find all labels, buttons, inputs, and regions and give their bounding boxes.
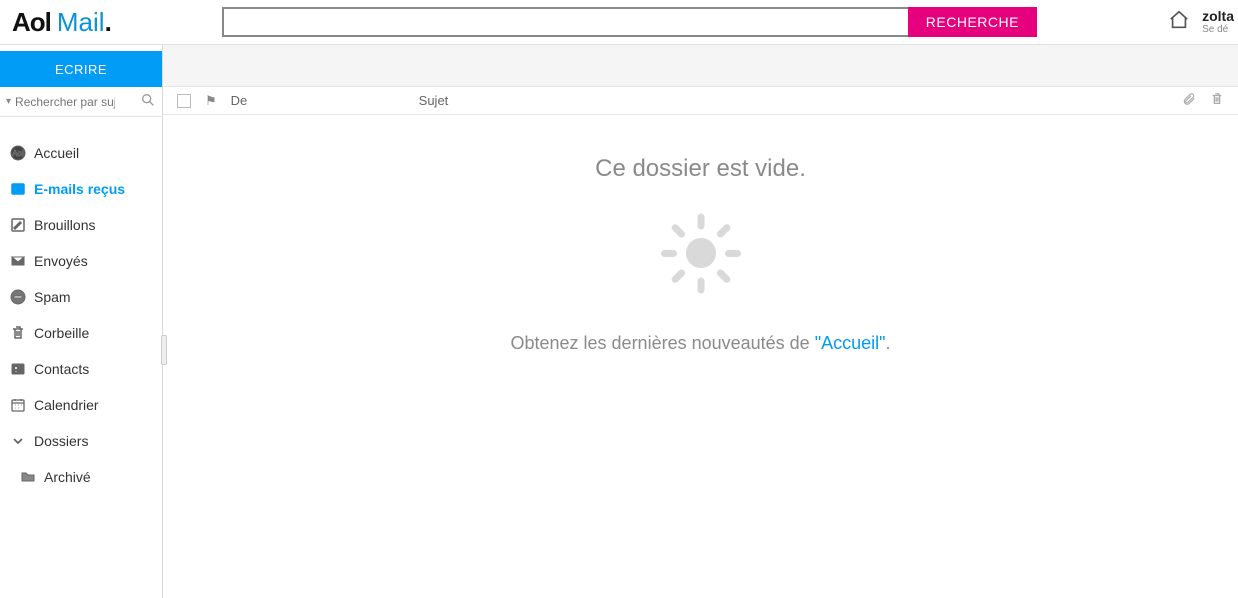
sidebar-search[interactable]: ▾ [0,87,162,117]
home-icon[interactable] [1168,9,1190,34]
sun-icon [651,203,751,303]
nav-label: E-mails reçus [34,181,125,197]
user-block[interactable]: zolta Se dé [1202,9,1234,35]
delete-icon[interactable] [1210,92,1224,109]
contacts-icon [10,361,26,377]
nav-inbox[interactable]: E-mails reçus [0,171,162,207]
nav-label: Brouillons [34,217,95,233]
sidebar: ECRIRE ▾ Aol Accueil E-mails reçus Broui… [0,45,163,598]
nav-contacts[interactable]: Contacts [0,351,162,387]
column-header: ⚑ De Sujet [163,87,1238,115]
sidebar-resize-handle[interactable] [161,335,167,365]
nav-label: Accueil [34,145,79,161]
logo-dot: . [105,7,112,38]
empty-text: Obtenez les dernières nouveautés de "Acc… [163,333,1238,354]
main-panel: ⚑ De Sujet Ce dossier est vide. [163,45,1238,598]
nav-archive[interactable]: Archivé [0,459,162,495]
empty-link[interactable]: "Accueil" [815,333,886,353]
nav-label: Envoyés [34,253,88,269]
nav-trash[interactable]: Corbeille [0,315,162,351]
aol-circle-icon: Aol [10,145,26,161]
compose-button[interactable]: ECRIRE [0,51,162,87]
header-right: zolta Se dé [1168,9,1238,35]
folder-icon [20,469,36,485]
column-subject[interactable]: Sujet [419,93,1182,108]
search-input[interactable] [222,7,908,37]
logo[interactable]: Aol Mail . [12,7,112,38]
draft-icon [10,217,26,233]
calendar-icon [10,397,26,413]
user-signout: Se dé [1202,24,1234,35]
select-all-checkbox[interactable] [177,94,191,108]
logo-aol: Aol [12,7,51,38]
empty-title: Ce dossier est vide. [163,155,1238,183]
sent-icon [10,253,26,269]
nav-spam[interactable]: Spam [0,279,162,315]
nav-label: Dossiers [34,433,88,449]
logo-mail: Mail [57,7,105,38]
column-from[interactable]: De [231,93,419,108]
svg-text:Aol: Aol [12,149,24,158]
nav-accueil[interactable]: Aol Accueil [0,135,162,171]
chevron-down-icon [10,433,26,449]
nav-label: Contacts [34,361,89,377]
search-icon[interactable] [140,92,156,111]
empty-state: Ce dossier est vide. Obtenez les dernièr… [163,115,1238,354]
search-box: RECHERCHE [222,7,1037,37]
nav-label: Corbeille [34,325,89,341]
flag-icon[interactable]: ⚑ [205,93,217,109]
spam-icon [10,289,26,305]
empty-prefix: Obtenez les dernières nouveautés de [510,333,814,353]
nav-calendar[interactable]: Calendrier [0,387,162,423]
user-name: zolta [1202,9,1234,24]
nav-label: Spam [34,289,71,305]
toolbar [163,45,1238,87]
empty-suffix: . [886,333,891,353]
sidebar-search-input[interactable] [15,95,115,109]
nav-list: Aol Accueil E-mails reçus Brouillons Env… [0,117,162,495]
chevron-down-icon[interactable]: ▾ [6,96,11,107]
nav-drafts[interactable]: Brouillons [0,207,162,243]
search-button[interactable]: RECHERCHE [908,7,1037,37]
header: Aol Mail . RECHERCHE zolta Se dé [0,0,1238,45]
trash-icon [10,325,26,341]
inbox-icon [10,181,26,197]
attachment-icon[interactable] [1182,92,1196,109]
nav-sent[interactable]: Envoyés [0,243,162,279]
nav-folders[interactable]: Dossiers [0,423,162,459]
nav-label: Calendrier [34,397,99,413]
nav-label: Archivé [44,469,91,485]
